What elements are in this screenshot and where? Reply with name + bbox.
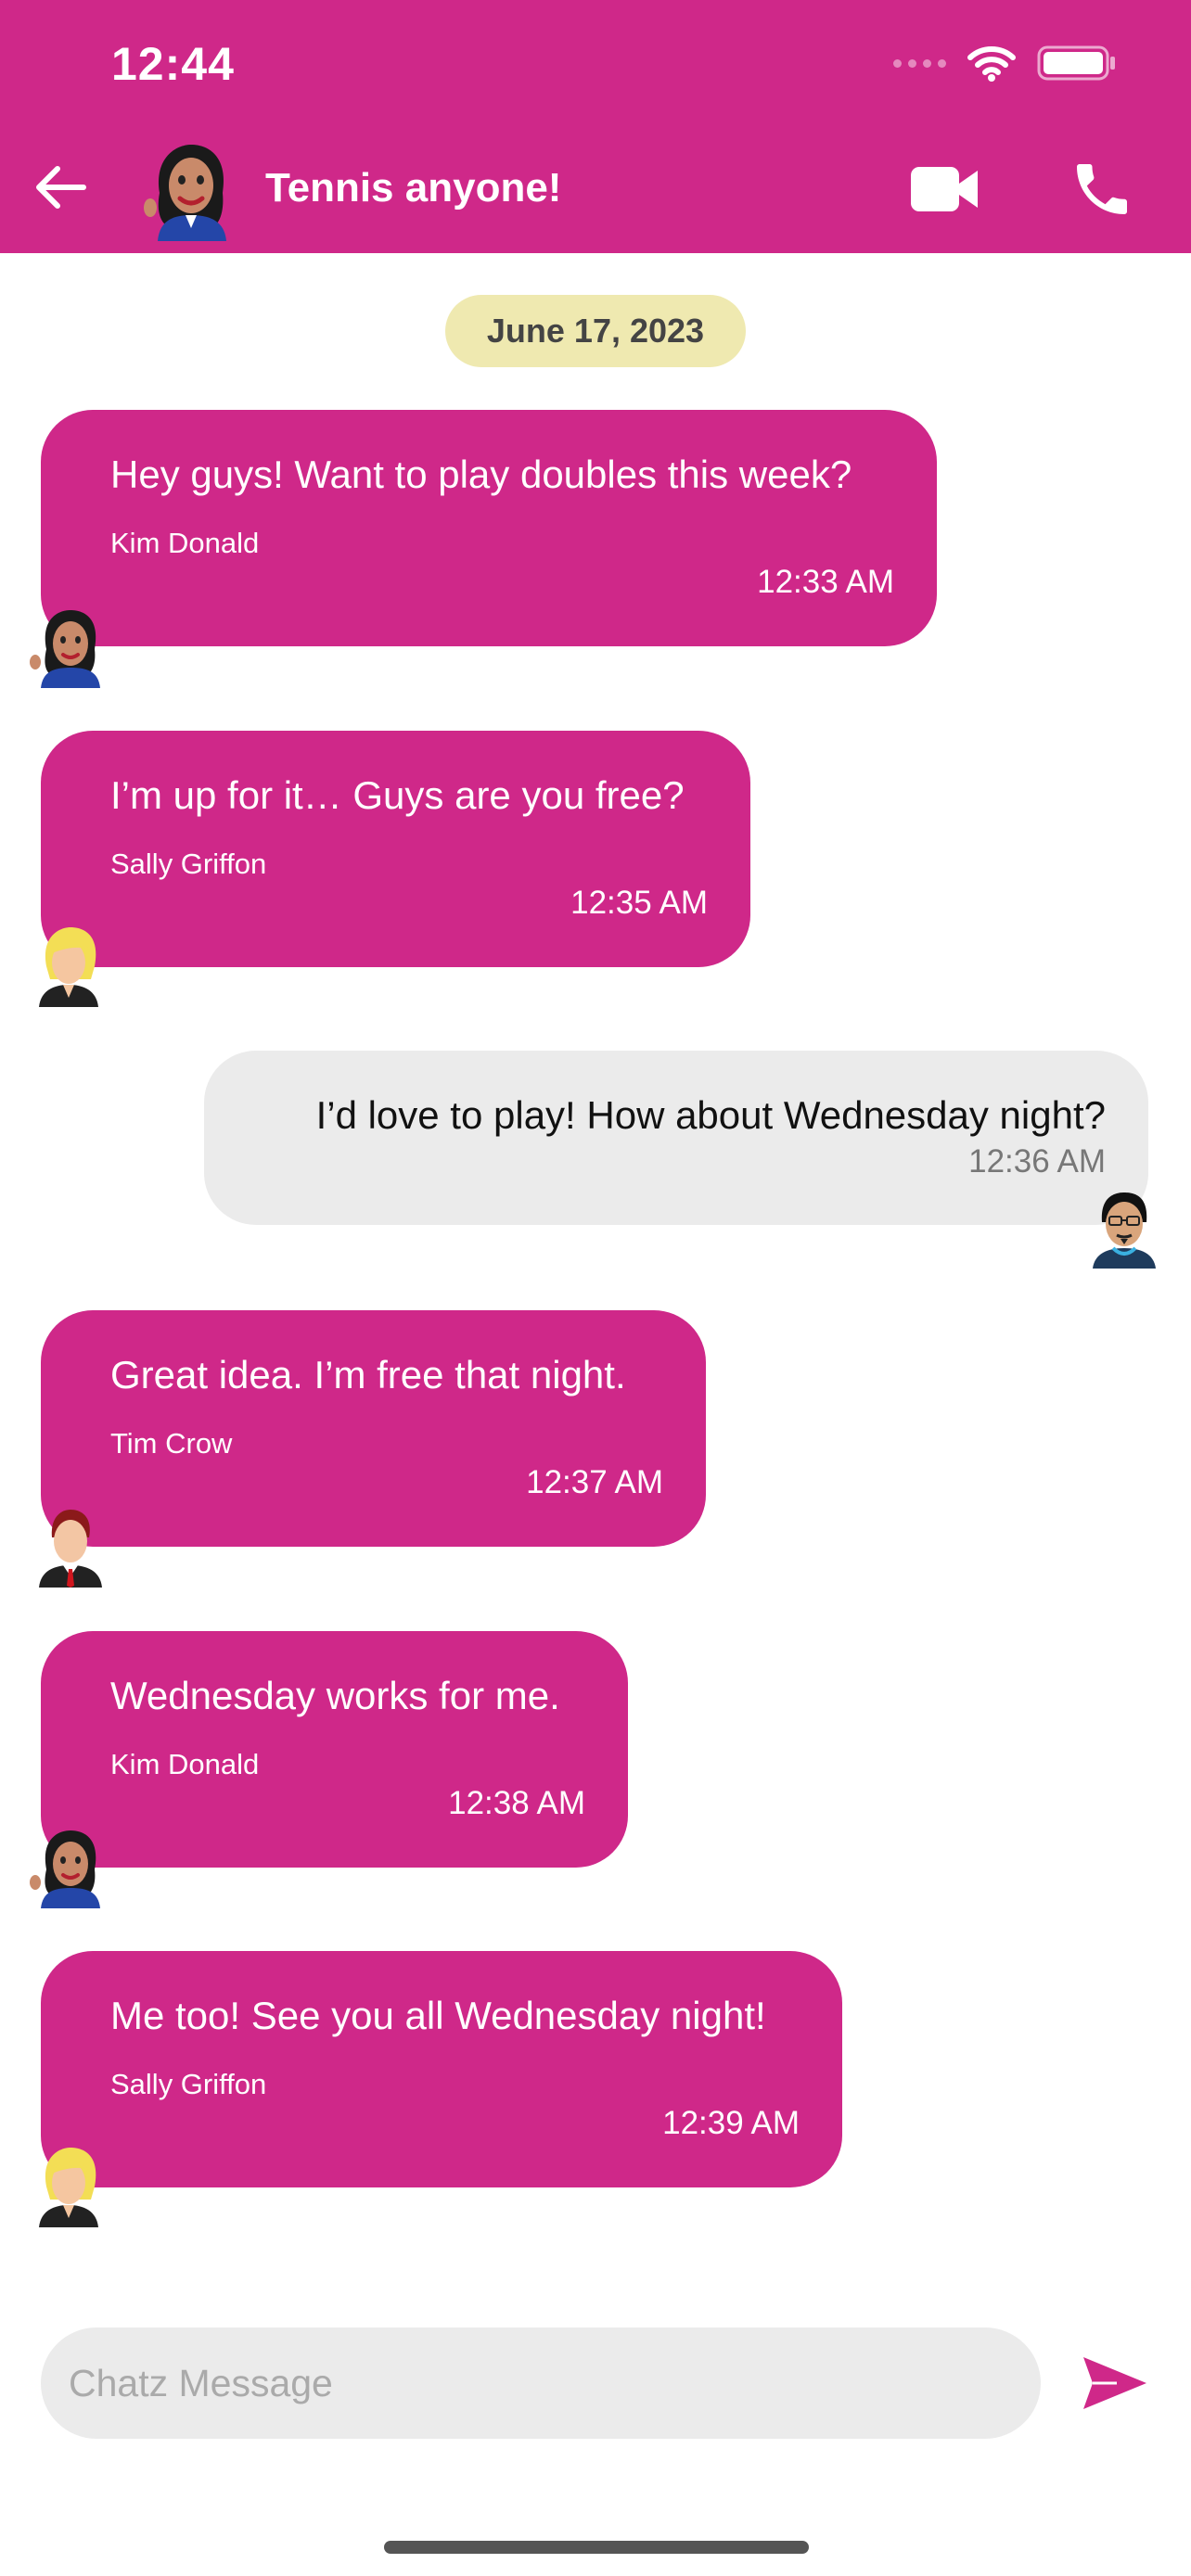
message-time: 12:33 AM (757, 564, 894, 600)
date-separator: June 17, 2023 (445, 295, 746, 367)
phone-icon[interactable] (1069, 156, 1135, 223)
message-composer (41, 2327, 1041, 2439)
message-sender: Kim Donald (110, 1748, 260, 1780)
message-bubble-outgoing[interactable]: I’d love to play! How about Wednesday ni… (204, 1051, 1148, 1225)
message-text: Me too! See you all Wednesday night! (110, 1994, 766, 2037)
battery-icon (1037, 45, 1115, 81)
group-avatar[interactable] (139, 139, 241, 241)
sender-avatar-sally[interactable] (28, 2144, 111, 2227)
message-time: 12:37 AM (526, 1464, 663, 1500)
message-time: 12:36 AM (968, 1143, 1106, 1180)
message-sender: Sally Griffon (110, 848, 267, 880)
sender-avatar-sally[interactable] (28, 924, 111, 1007)
message-time: 12:35 AM (570, 885, 708, 921)
my-avatar[interactable] (1082, 1185, 1165, 1269)
message-time: 12:39 AM (662, 2105, 800, 2141)
status-time: 12:44 (111, 38, 235, 90)
message-input[interactable] (69, 2327, 996, 2439)
message-sender: Sally Griffon (110, 2068, 267, 2100)
signal-icon (893, 58, 946, 68)
status-icons (893, 45, 1117, 82)
message-text: Great idea. I’m free that night. (110, 1353, 626, 1396)
message-text: Wednesday works for me. (110, 1674, 560, 1717)
chat-title: Tennis anyone! (265, 165, 562, 210)
back-arrow-icon[interactable] (32, 158, 91, 217)
message-text: I’m up for it… Guys are you free? (110, 773, 685, 817)
message-text: Hey guys! Want to play doubles this week… (110, 453, 852, 496)
message-time: 12:38 AM (448, 1785, 585, 1821)
chat-header: 12:44 Tennis anyone! (0, 0, 1191, 253)
message-bubble[interactable]: Hey guys! Want to play doubles this week… (41, 410, 937, 646)
message-text: I’d love to play! How about Wednesday ni… (315, 1093, 1106, 1137)
message-bubble[interactable]: Wednesday works for me. Kim Donald 12:38… (41, 1631, 628, 1868)
sender-avatar-tim[interactable] (28, 1504, 111, 1588)
home-indicator[interactable] (384, 2541, 809, 2554)
video-camera-icon[interactable] (907, 158, 983, 221)
sender-avatar-kim[interactable] (26, 1825, 109, 1908)
message-sender: Tim Crow (110, 1427, 233, 1460)
send-icon[interactable] (1080, 2352, 1150, 2415)
message-bubble[interactable]: I’m up for it… Guys are you free? Sally … (41, 731, 750, 967)
message-bubble[interactable]: Me too! See you all Wednesday night! Sal… (41, 1951, 842, 2187)
wifi-icon (967, 46, 1016, 82)
message-bubble[interactable]: Great idea. I’m free that night. Tim Cro… (41, 1310, 706, 1547)
sender-avatar-kim[interactable] (26, 605, 109, 688)
message-sender: Kim Donald (110, 527, 260, 559)
